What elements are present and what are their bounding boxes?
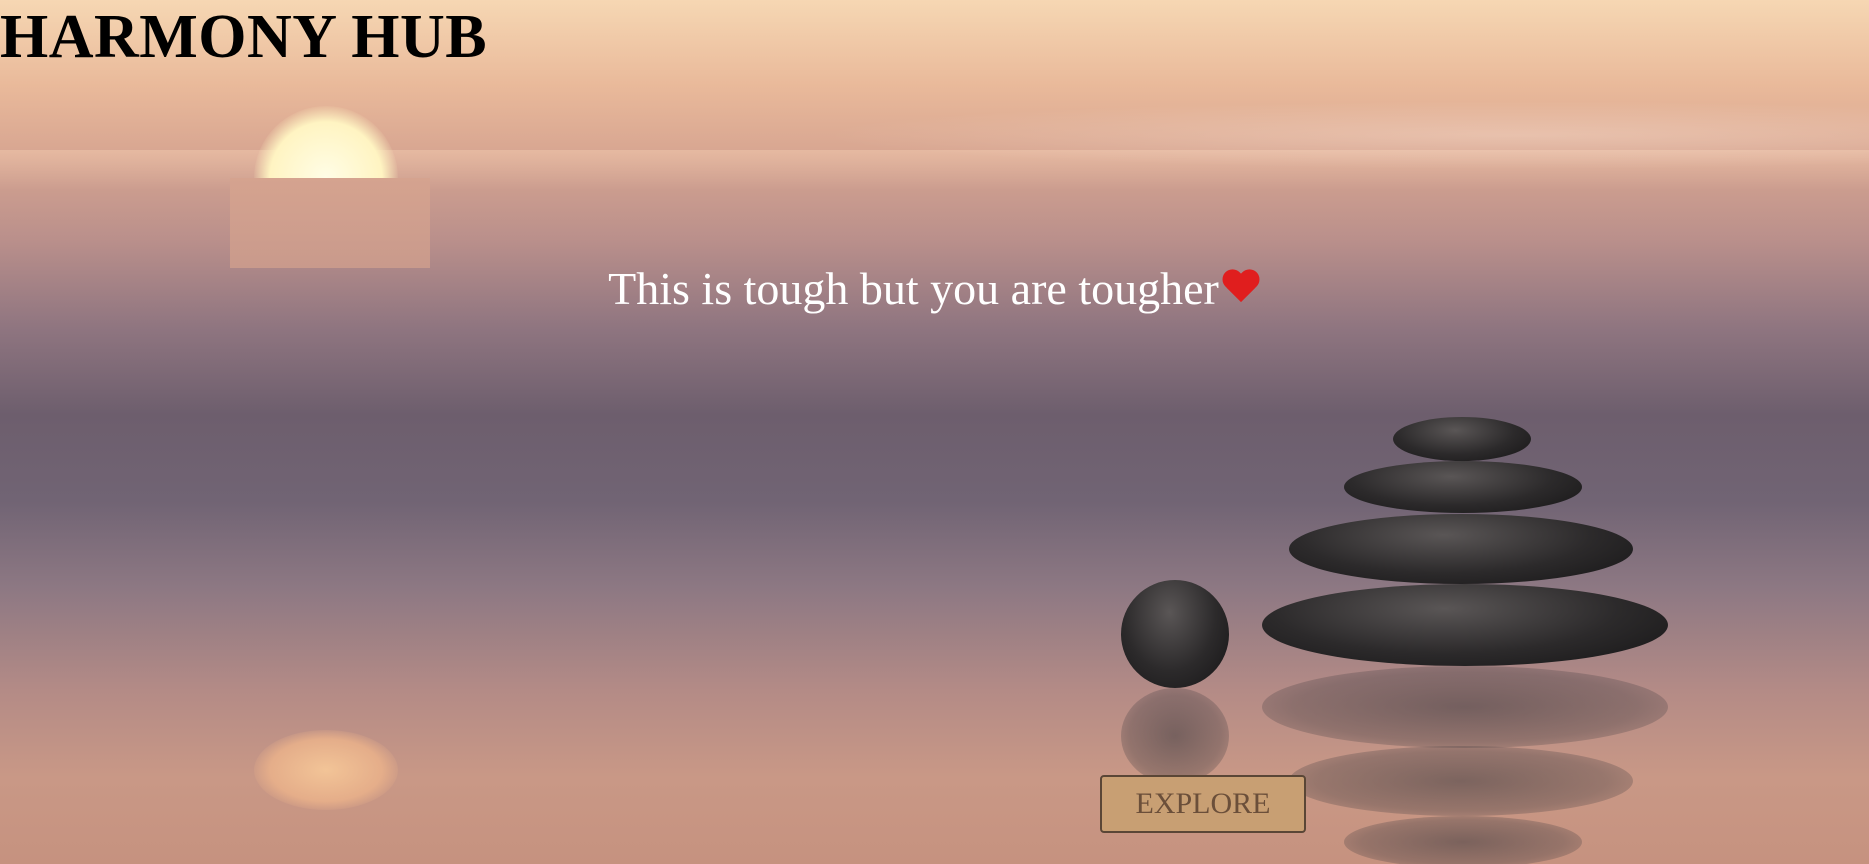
stone-bottom bbox=[1262, 584, 1668, 666]
stone-reflection bbox=[1289, 746, 1633, 816]
stone-upper bbox=[1344, 461, 1582, 513]
hero-background: HARMONY HUB This is tough but you are to… bbox=[0, 0, 1869, 864]
hero-tagline: This is tough but you are tougher bbox=[0, 262, 1869, 315]
stone-reflection bbox=[1262, 666, 1668, 748]
horizon-cloud-band bbox=[230, 178, 430, 268]
sun-reflection bbox=[254, 730, 398, 810]
stone-reflection bbox=[1344, 816, 1582, 864]
explore-button[interactable]: EXPLORE bbox=[1100, 775, 1306, 833]
stone-pebble bbox=[1121, 580, 1229, 688]
stone-top bbox=[1393, 417, 1531, 461]
clouds bbox=[700, 95, 1869, 175]
heart-icon bbox=[1221, 270, 1261, 308]
tagline-text: This is tough but you are tougher bbox=[608, 263, 1219, 314]
pebble-reflection bbox=[1121, 688, 1229, 784]
stone-middle bbox=[1289, 514, 1633, 584]
site-title: HARMONY HUB bbox=[0, 3, 488, 71]
